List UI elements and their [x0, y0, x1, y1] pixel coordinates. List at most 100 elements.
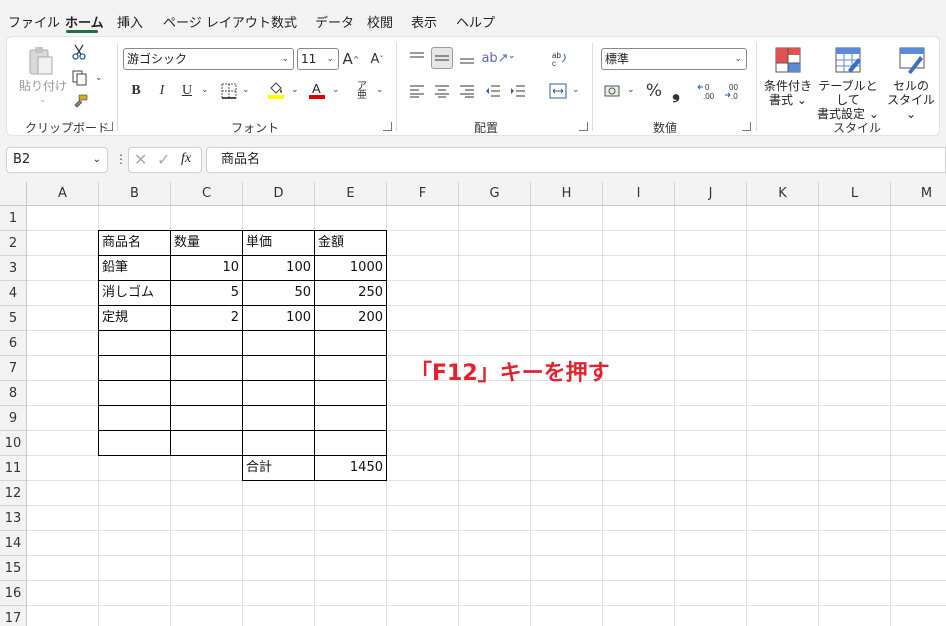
cut-icon[interactable]: [71, 43, 87, 61]
tab-help[interactable]: ヘルプ: [456, 12, 495, 31]
align-middle-icon[interactable]: [431, 47, 453, 69]
underline-button[interactable]: U: [178, 82, 196, 100]
tab-formulas[interactable]: 数式: [271, 12, 297, 31]
align-left-icon[interactable]: [408, 82, 426, 100]
item-price-cell[interactable]: 100: [243, 305, 314, 330]
tab-insert[interactable]: 挿入: [117, 12, 143, 31]
paste-icon[interactable]: [25, 45, 55, 77]
column-header[interactable]: A: [27, 182, 99, 206]
table-header-cell[interactable]: 商品名: [99, 230, 170, 255]
item-name-cell[interactable]: 鉛筆: [99, 255, 170, 280]
comma-style-button[interactable]: ❟: [669, 79, 683, 103]
item-amount-cell[interactable]: 200: [315, 305, 386, 330]
phonetic-chevron-icon[interactable]: ⌄: [376, 85, 384, 95]
item-price-cell[interactable]: 50: [243, 280, 314, 305]
format-as-table-icon[interactable]: [833, 45, 863, 75]
column-header[interactable]: B: [99, 182, 171, 206]
conditional-formatting-label[interactable]: 条件付き 書式 ⌄: [763, 79, 813, 107]
cell-styles-label[interactable]: セルの スタイル ⌄: [885, 79, 937, 121]
enter-icon[interactable]: ✓: [157, 150, 170, 169]
align-right-icon[interactable]: [458, 82, 476, 100]
border-icon[interactable]: [220, 82, 238, 100]
accounting-format-icon[interactable]: [603, 82, 623, 100]
orientation-chevron-icon[interactable]: ⌄: [508, 51, 516, 61]
column-header[interactable]: E: [315, 182, 387, 206]
underline-chevron-icon[interactable]: ⌄: [201, 85, 209, 95]
row-header[interactable]: 13: [0, 506, 27, 531]
alignment-launcher-icon[interactable]: [579, 122, 588, 131]
increase-indent-icon[interactable]: [509, 82, 527, 100]
align-bottom-icon[interactable]: [458, 49, 476, 67]
item-price-cell[interactable]: 100: [243, 255, 314, 280]
row-header[interactable]: 4: [0, 281, 27, 306]
column-header[interactable]: F: [387, 182, 459, 206]
border-chevron-icon[interactable]: ⌄: [242, 85, 250, 95]
item-name-cell[interactable]: 定規: [99, 305, 170, 330]
table-header-cell[interactable]: 数量: [171, 230, 242, 255]
cancel-icon[interactable]: ✕: [134, 150, 147, 169]
decrease-decimal-icon[interactable]: 00.0: [723, 81, 745, 101]
table-header-cell[interactable]: 金額: [315, 230, 386, 255]
shrink-font-icon[interactable]: Aˇ: [367, 49, 387, 69]
column-header[interactable]: I: [603, 182, 675, 206]
format-painter-icon[interactable]: [71, 93, 89, 111]
item-amount-cell[interactable]: 1000: [315, 255, 386, 280]
row-header[interactable]: 2: [0, 231, 27, 256]
bold-button[interactable]: B: [127, 82, 145, 100]
increase-decimal-icon[interactable]: 0.00: [697, 81, 719, 101]
format-as-table-label[interactable]: テーブルとして 書式設定 ⌄: [813, 79, 883, 121]
column-header[interactable]: C: [171, 182, 243, 206]
merge-center-icon[interactable]: [548, 82, 568, 100]
conditional-formatting-icon[interactable]: [773, 45, 803, 75]
insert-function-icon[interactable]: fx: [181, 151, 191, 167]
row-header[interactable]: 10: [0, 431, 27, 456]
italic-button[interactable]: I: [153, 82, 171, 100]
row-header[interactable]: 17: [0, 606, 27, 626]
select-all-corner[interactable]: [0, 182, 27, 206]
name-box[interactable]: B2 ⌄: [6, 147, 108, 173]
column-header[interactable]: M: [891, 182, 946, 206]
decrease-indent-icon[interactable]: [484, 82, 502, 100]
wrap-text-icon[interactable]: ab c: [549, 49, 569, 69]
row-header[interactable]: 11: [0, 456, 27, 481]
grow-font-icon[interactable]: A ^: [341, 49, 361, 69]
row-header[interactable]: 16: [0, 581, 27, 606]
phonetic-guide-icon[interactable]: ア亜: [353, 81, 371, 101]
row-header[interactable]: 1: [0, 206, 27, 231]
percent-style-button[interactable]: %: [645, 81, 663, 101]
tab-file[interactable]: ファイル: [8, 12, 60, 31]
align-top-icon[interactable]: [408, 49, 426, 67]
clipboard-launcher-icon[interactable]: [104, 122, 113, 131]
total-label-cell[interactable]: 合計: [243, 455, 314, 480]
merge-chevron-icon[interactable]: ⌄: [572, 85, 580, 95]
row-header[interactable]: 15: [0, 556, 27, 581]
row-header[interactable]: 12: [0, 481, 27, 506]
more-options-icon[interactable]: ⋮: [115, 152, 127, 166]
cell-styles-icon[interactable]: [897, 45, 927, 75]
total-value-cell[interactable]: 1450: [315, 455, 386, 480]
column-header[interactable]: G: [459, 182, 531, 206]
column-header[interactable]: L: [819, 182, 891, 206]
table-header-cell[interactable]: 単価: [243, 230, 314, 255]
row-header[interactable]: 5: [0, 306, 27, 331]
fill-color-chevron-icon[interactable]: ⌄: [291, 85, 299, 95]
align-center-icon[interactable]: [433, 82, 451, 100]
tab-review[interactable]: 校閲: [367, 12, 393, 31]
font-launcher-icon[interactable]: [383, 122, 392, 131]
item-qty-cell[interactable]: 5: [171, 280, 242, 305]
item-amount-cell[interactable]: 250: [315, 280, 386, 305]
tab-view[interactable]: 表示: [411, 12, 437, 31]
column-header[interactable]: D: [243, 182, 315, 206]
row-header[interactable]: 9: [0, 406, 27, 431]
paste-label[interactable]: 貼り付け: [19, 79, 67, 93]
font-color-icon[interactable]: A: [307, 80, 327, 100]
column-header[interactable]: K: [747, 182, 819, 206]
orientation-icon[interactable]: ab↗: [481, 48, 508, 68]
row-header[interactable]: 6: [0, 331, 27, 356]
tab-data[interactable]: データ: [315, 12, 354, 31]
column-header[interactable]: H: [531, 182, 603, 206]
font-color-chevron-icon[interactable]: ⌄: [332, 85, 340, 95]
row-header[interactable]: 8: [0, 381, 27, 406]
number-launcher-icon[interactable]: [742, 122, 751, 131]
tab-page-layout[interactable]: ページ レイアウト: [163, 12, 271, 31]
